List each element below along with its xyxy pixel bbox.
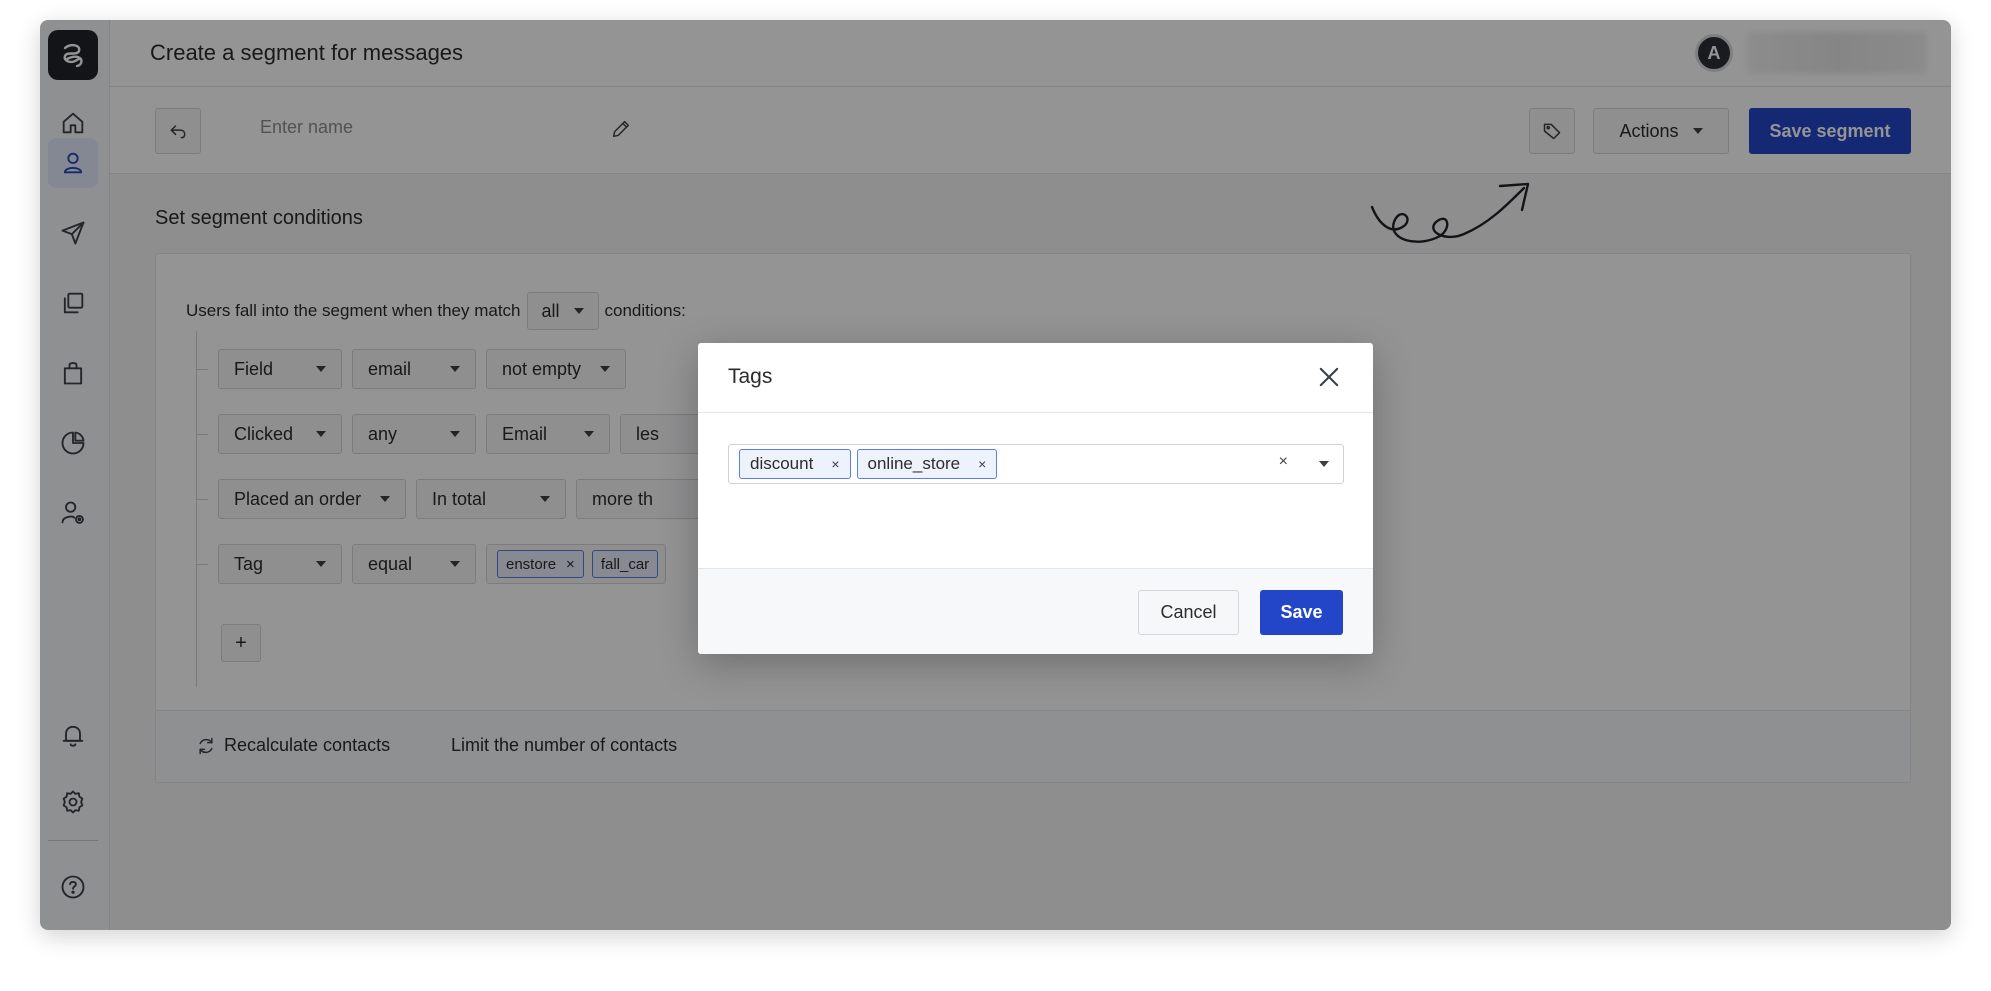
modal-footer: Cancel Save (698, 568, 1373, 654)
tag-label: online_store (867, 454, 961, 473)
remove-tag-icon[interactable]: × (831, 456, 839, 472)
save-button[interactable]: Save (1260, 590, 1343, 635)
tags-modal: Tags discount × online_store × × Cancel … (698, 343, 1373, 654)
chevron-down-icon[interactable] (1319, 461, 1329, 467)
app-window: Create a segment for messages A Enter na… (40, 20, 1951, 930)
modal-title: Tags (728, 365, 773, 388)
tag-chip: discount × (739, 449, 851, 479)
tag-chip: online_store × (856, 449, 998, 479)
cancel-button[interactable]: Cancel (1138, 590, 1239, 635)
modal-header: Tags (698, 343, 1373, 413)
close-icon[interactable] (1315, 363, 1343, 391)
clear-all-icon[interactable]: × (1279, 453, 1288, 471)
tag-label: discount (750, 454, 814, 473)
tags-select-input[interactable]: discount × online_store × × (728, 444, 1344, 484)
remove-tag-icon[interactable]: × (978, 456, 986, 472)
